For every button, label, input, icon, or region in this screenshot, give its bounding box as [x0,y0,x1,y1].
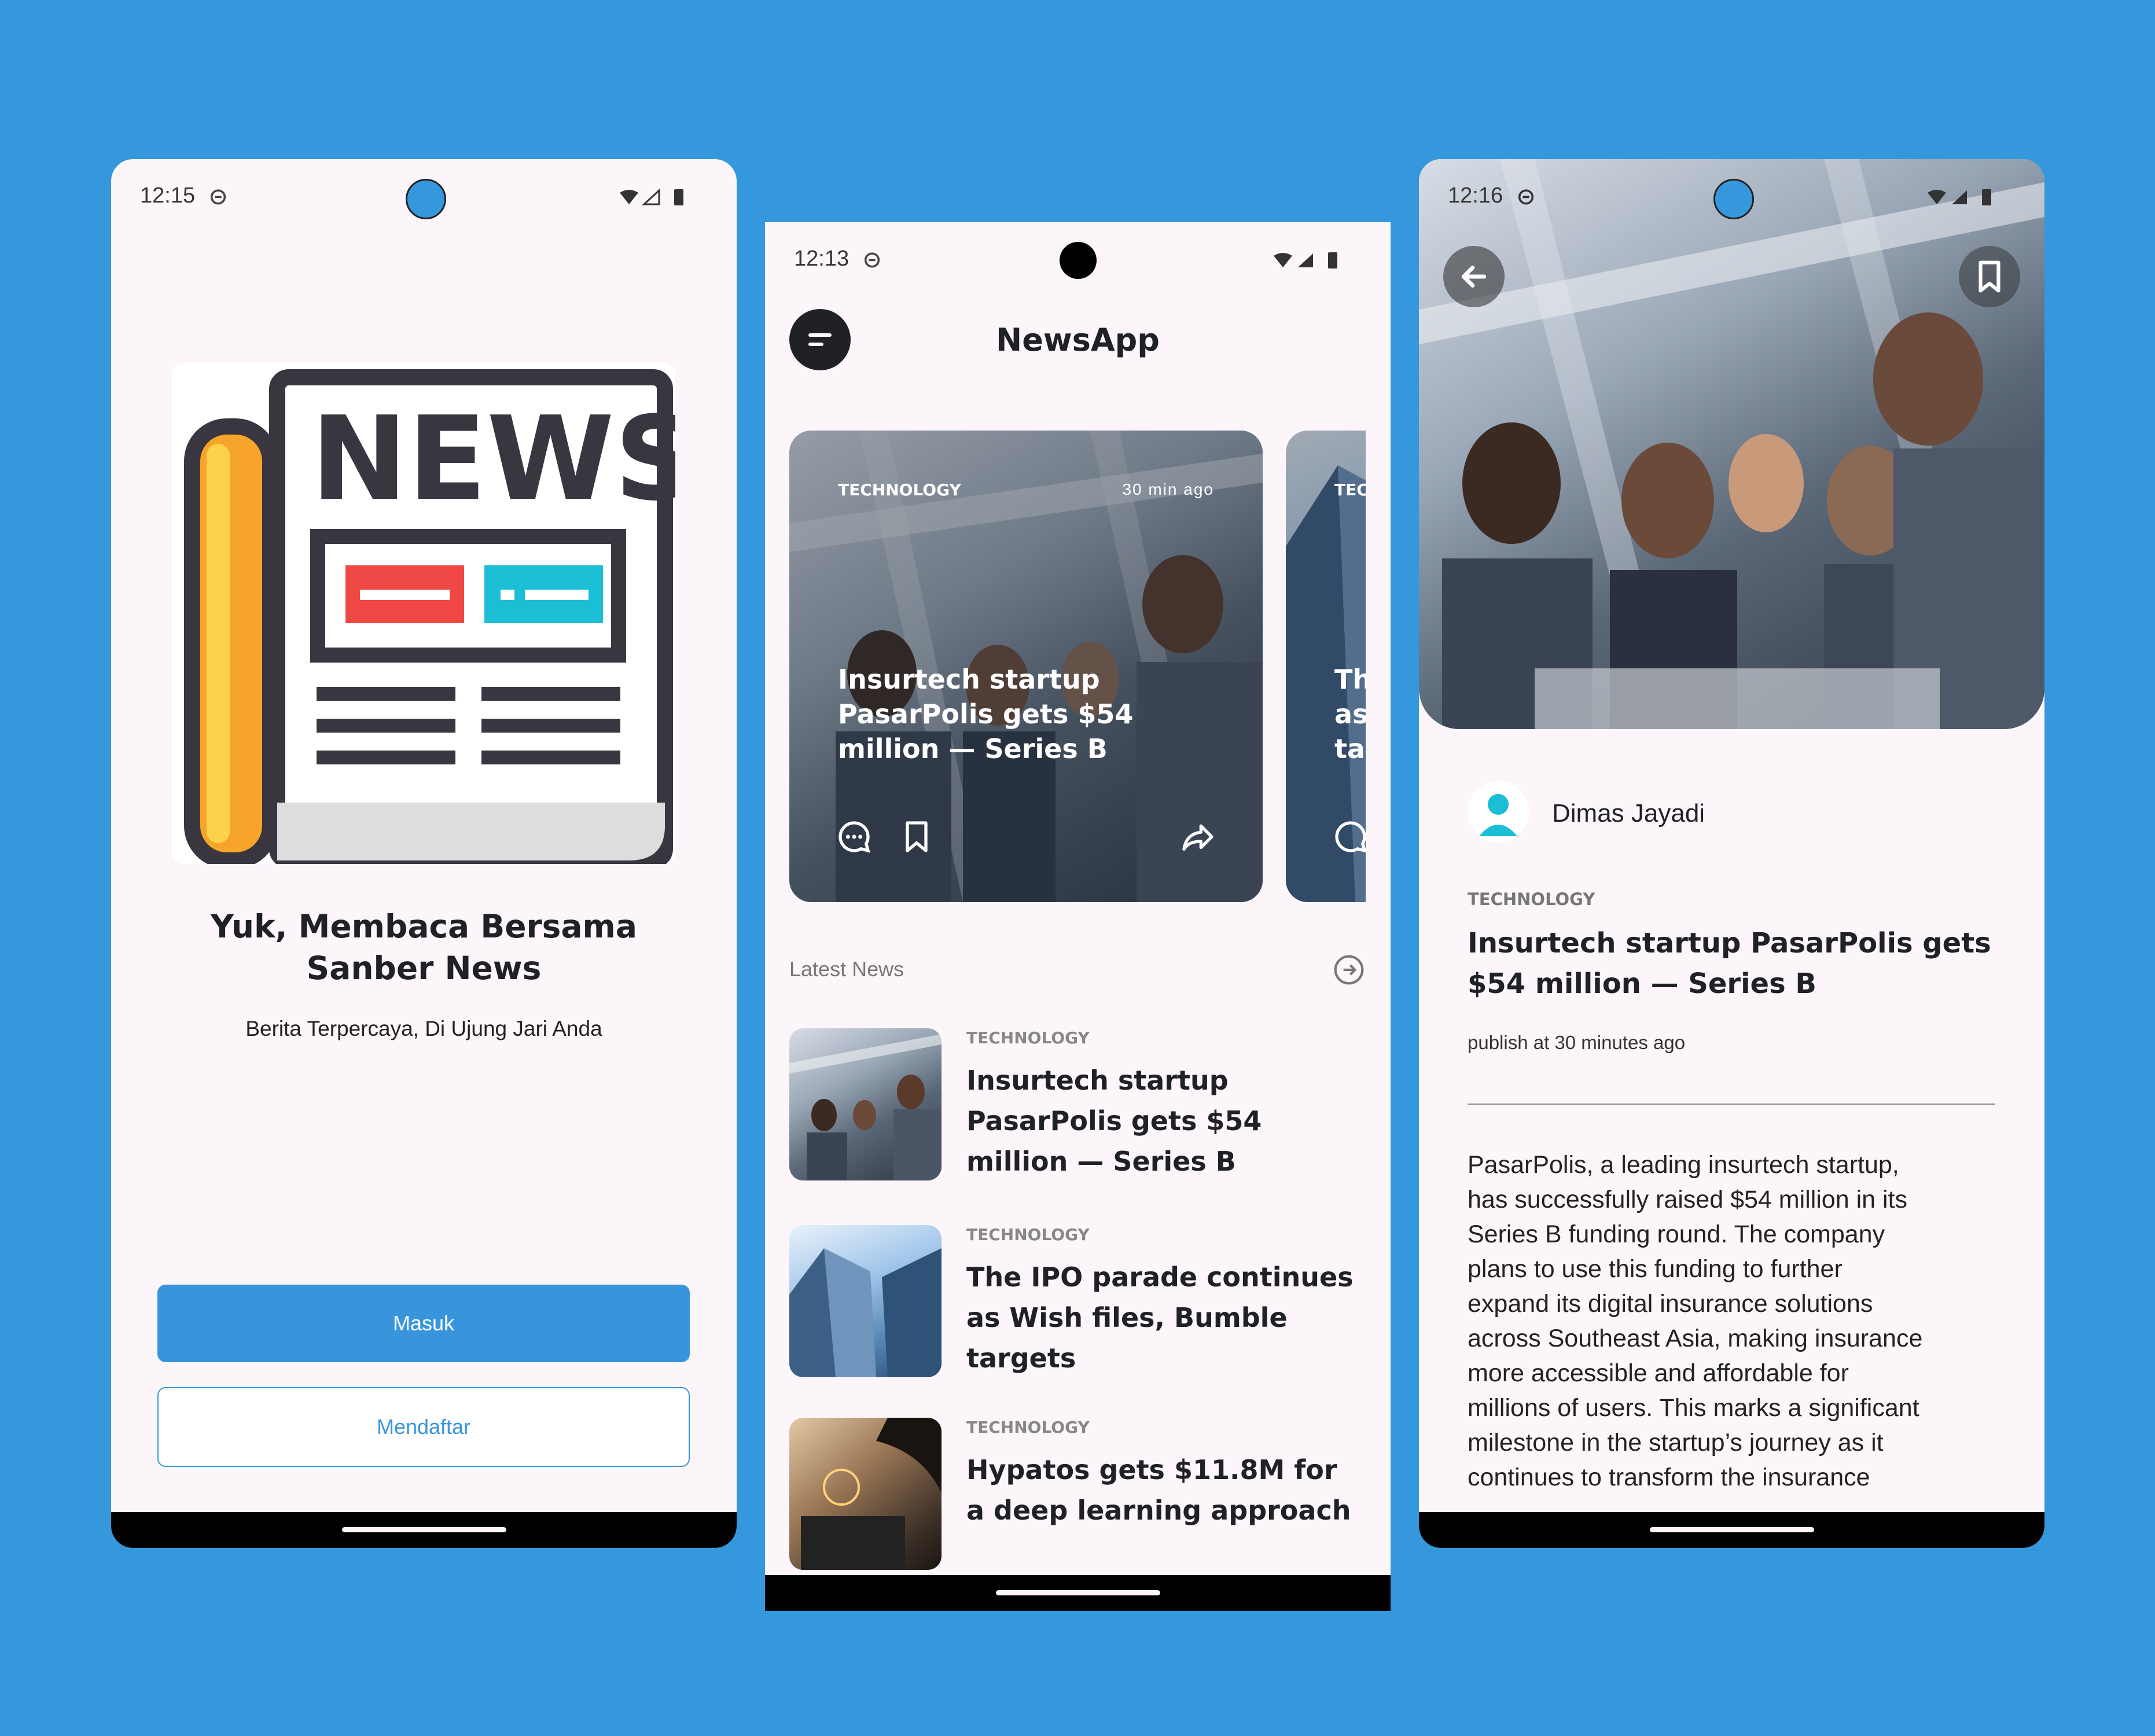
login-button[interactable]: Masuk [157,1285,690,1362]
article-category: TECHNOLOGY [1468,889,1595,909]
register-button[interactable]: Mendaftar [157,1387,690,1467]
app-title: NewsApp [996,322,1160,358]
list-item[interactable]: TECHNOLOGY The IPO parade continues as W… [789,1225,1368,1377]
article-line: across Southeast Asia, making insurance [1468,1325,1923,1352]
alarm-icon [210,189,226,205]
news-title: Insurtech startup PasarPolis gets $54 mi… [966,1065,1262,1177]
news-thumbnail [789,1028,942,1180]
bookmark-icon[interactable] [898,818,935,855]
camera-cutout [1713,179,1754,219]
avatar [1468,781,1529,843]
featured-title-partial-3: ta [1334,733,1366,764]
featured-category-partial: TEC [1334,480,1366,499]
news-thumbnail [789,1418,942,1570]
article-line: PasarPolis, a leading insurtech startup, [1468,1151,1899,1179]
article-line: has successfully raised $54 million in i… [1468,1186,1907,1213]
featured-title-partial-2: as [1334,698,1366,730]
status-icons [1274,252,1337,269]
divider [1468,1104,1995,1105]
user-icon [1479,794,1517,836]
bookmark-icon [1979,260,2000,293]
status-time: 12:13 [794,247,850,271]
welcome-title: Yuk, Membaca Bersama Sanber News [211,908,637,987]
camera-cutout [1059,242,1097,279]
share-icon[interactable] [1179,818,1216,855]
arrow-right-circle-icon[interactable] [1333,954,1365,986]
news-category: TECHNOLOGY [966,1028,1090,1047]
bookmark-button[interactable] [1959,246,2020,307]
arrow-left-icon [1461,266,1487,288]
news-category: TECHNOLOGY [966,1225,1090,1244]
featured-title-partial-1: Th [1334,664,1366,695]
status-bar: 12:13 [765,222,1391,297]
nav-bar [765,1575,1391,1611]
news-category: TECHNOLOGY [966,1418,1090,1437]
comment-icon[interactable] [1332,818,1366,855]
welcome-screen: 12:15 NEWS Yuk, Membaca Bersama Sanber N… [111,159,737,1548]
office-photo [1419,159,2044,729]
latest-news-label: Latest News [789,957,904,981]
featured-card[interactable]: TECHNOLOGY 30 min ago Insurtech startup … [789,431,1263,902]
article-line: Series B funding round. The company [1468,1220,1885,1248]
nav-bar [1419,1512,2044,1548]
article-line: more accessible and affordable for [1468,1359,1849,1387]
home-screen: 12:13 NewsApp TECHNOLOGY 30 min ago Insu… [765,222,1391,1611]
home-indicator[interactable] [341,1527,506,1532]
article-line: plans to use this funding to further [1468,1255,1843,1283]
comment-icon[interactable] [836,818,873,855]
camera-cutout [405,179,446,219]
nav-bar [111,1512,737,1548]
article-line: millions of users. This marks a signific… [1468,1394,1919,1422]
list-item[interactable]: TECHNOLOGY Insurtech startup PasarPolis … [789,1028,1368,1180]
home-indicator[interactable] [1649,1527,1814,1532]
status-bar: 12:15 [111,159,737,234]
hero-image [1419,159,2044,729]
article-line: continues to transform the insurance [1468,1463,1870,1491]
featured-time: 30 min ago [1122,480,1214,498]
status-icons [1928,189,1991,205]
detail-screen: 12:16 Dimas Jayadi TECHNOLOGY Insurtech … [1419,159,2044,1548]
article-line: milestone in the startup’s journey as it [1468,1429,1884,1457]
status-time: 12:15 [140,183,196,208]
featured-title: Insurtech startup PasarPolis gets $54 mi… [838,664,1134,764]
status-time: 12:16 [1448,183,1503,208]
article-title: Insurtech startup PasarPolis gets $54 mi… [1468,927,1991,1000]
list-item[interactable]: TECHNOLOGY Hypatos gets $11.8M for a dee… [789,1418,1368,1570]
news-logo: NEWS [172,363,698,869]
featured-category: TECHNOLOGY [838,480,961,499]
news-title: Hypatos gets $11.8M for a deep learning … [966,1454,1351,1526]
news-thumbnail [789,1225,942,1377]
publish-time: publish at 30 minutes ago [1468,1032,1686,1053]
author-name: Dimas Jayadi [1552,799,1705,827]
logo-word: NEWS [311,392,675,527]
alarm-icon [1518,189,1534,205]
status-icons [620,188,683,205]
article-body: PasarPolis, a leading insurtech startup,… [1468,1147,2023,1539]
welcome-subtitle: Berita Terpercaya, Di Ujung Jari Anda [245,1017,602,1040]
back-button[interactable] [1443,246,1505,307]
news-title: The IPO parade continues as Wish files, … [966,1261,1354,1374]
article-line: expand its digital insurance solutions [1468,1290,1873,1318]
alarm-icon [864,252,880,268]
newspaper-icon: NEWS [184,369,698,869]
status-bar: 12:16 [1419,159,2044,234]
featured-card-partial[interactable]: TEC Th as ta [1286,431,1366,902]
home-indicator[interactable] [995,1590,1160,1595]
